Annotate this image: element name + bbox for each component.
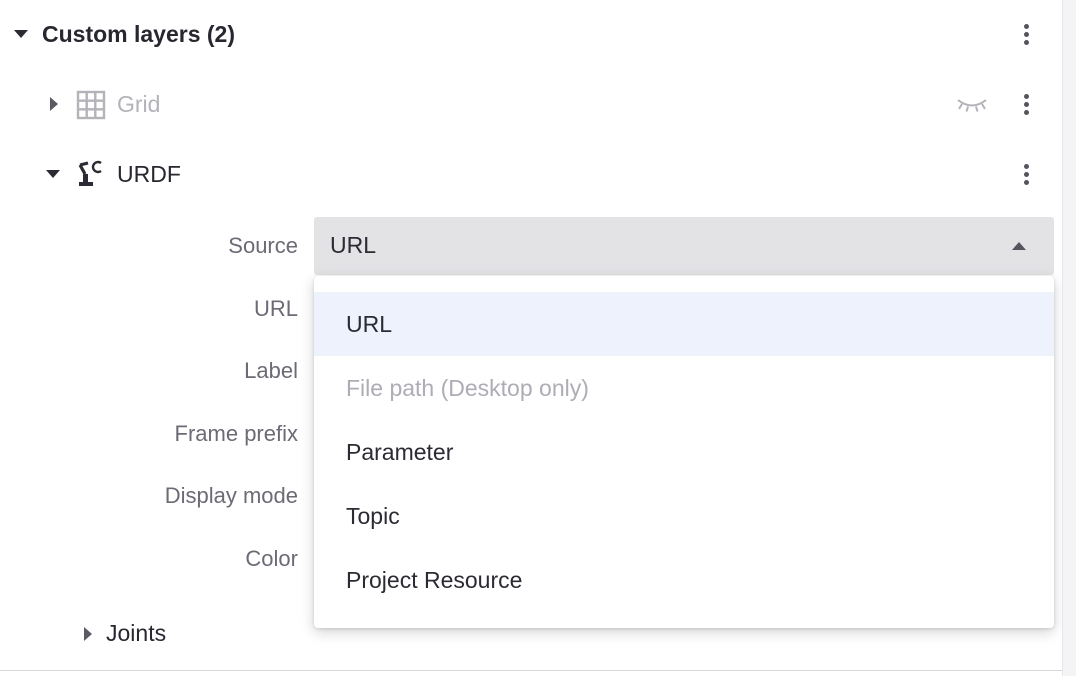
field-label-label: Label [244, 358, 298, 383]
eye-closed-icon[interactable] [956, 95, 988, 113]
caret-down-icon[interactable] [14, 30, 28, 38]
menu-option-file-path: File path (Desktop only) [346, 374, 589, 401]
caret-up-icon[interactable] [1012, 242, 1026, 250]
field-label-source: Source [228, 233, 298, 258]
source-select-value: URL [330, 232, 377, 258]
caret-right-icon[interactable] [84, 627, 92, 641]
grid-icon [76, 90, 106, 120]
field-label-frame-prefix: Frame prefix [174, 421, 298, 446]
caret-right-icon[interactable] [50, 97, 58, 111]
caret-down-icon[interactable] [46, 170, 60, 178]
layer-label-urdf: URDF [117, 161, 181, 187]
field-label-url: URL [253, 296, 298, 321]
menu-option-parameter[interactable]: Parameter [314, 420, 1054, 484]
layer-row-urdf[interactable]: URDF [0, 144, 1062, 204]
robot-arm-icon [78, 160, 102, 186]
source-dropdown-menu: URL File path (Desktop only) Parameter T… [314, 276, 1054, 628]
field-label-display-mode: Display mode [164, 483, 298, 508]
grid-more-icon[interactable] [1015, 90, 1039, 118]
custom-layers-header[interactable]: Custom layers (2) [0, 4, 1062, 64]
layer-label-grid: Grid [117, 91, 161, 117]
menu-option-topic[interactable]: Topic [314, 484, 1054, 548]
section-more-icon[interactable] [1015, 20, 1039, 48]
settings-panel: Custom layers (2) Grid URDF Source URL L… [0, 0, 1076, 676]
field-label-color: Color [245, 546, 298, 571]
urdf-more-icon[interactable] [1015, 160, 1039, 188]
section-title: Custom layers (2) [42, 21, 236, 47]
scrollbar[interactable] [1062, 0, 1076, 676]
menu-option-url[interactable]: URL [314, 292, 1054, 356]
menu-option-project-resource[interactable]: Project Resource [314, 548, 1054, 612]
source-select[interactable]: URL [314, 217, 1054, 275]
joints-label: Joints [106, 620, 167, 646]
layer-row-grid[interactable]: Grid [0, 74, 1062, 134]
divider [0, 670, 1062, 671]
